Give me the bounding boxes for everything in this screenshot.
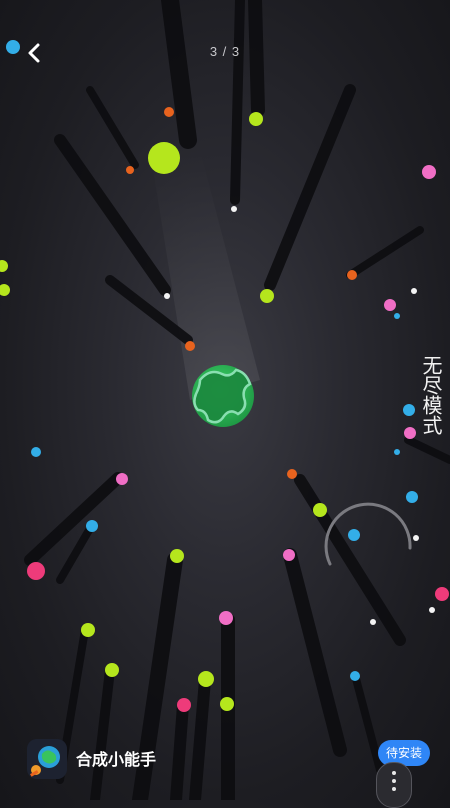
ball — [435, 587, 449, 601]
page-indicator: 3 / 3 — [209, 44, 241, 59]
ball — [81, 623, 95, 637]
ball — [31, 447, 41, 457]
ball — [164, 107, 174, 117]
ball — [403, 404, 415, 416]
progress-ring — [324, 502, 412, 566]
ball — [164, 293, 170, 299]
install-button[interactable]: 待安装 — [378, 740, 430, 766]
ball — [260, 289, 274, 303]
ball — [0, 284, 10, 296]
ball — [350, 671, 360, 681]
app-planet-icon — [27, 739, 67, 779]
light-beam — [150, 150, 260, 400]
ball — [116, 473, 128, 485]
ball — [148, 142, 180, 174]
game-canvas[interactable] — [0, 0, 450, 800]
ball — [170, 549, 184, 563]
ball — [198, 671, 214, 687]
ball — [411, 288, 417, 294]
ball — [394, 313, 400, 319]
ball — [0, 260, 8, 272]
planet-icon[interactable] — [192, 365, 254, 427]
ball — [126, 166, 134, 174]
ball — [185, 341, 195, 351]
ball — [27, 562, 45, 580]
ball — [105, 663, 119, 677]
ball — [231, 206, 237, 212]
ball — [287, 469, 297, 479]
mode-label: 无尽模式 — [419, 355, 443, 435]
app-name: 合成小能手 — [76, 750, 157, 769]
ball — [429, 607, 435, 613]
more-button[interactable] — [376, 762, 412, 808]
ball — [249, 112, 263, 126]
ball — [384, 299, 396, 311]
ball — [220, 697, 234, 711]
ball — [219, 611, 233, 625]
app-icon[interactable] — [27, 739, 67, 779]
ball — [370, 619, 376, 625]
ball — [86, 520, 98, 532]
ball — [404, 427, 416, 439]
ball — [422, 165, 436, 179]
ball — [347, 270, 357, 280]
ball — [283, 549, 295, 561]
ball — [394, 449, 400, 455]
ball — [177, 698, 191, 712]
